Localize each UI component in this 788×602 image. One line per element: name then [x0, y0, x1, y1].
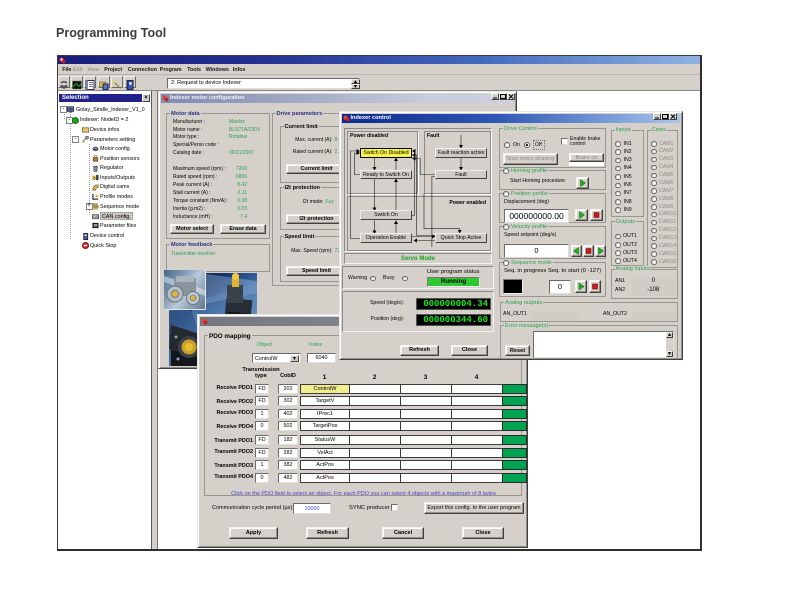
svg-text:CAN: CAN: [93, 215, 99, 219]
